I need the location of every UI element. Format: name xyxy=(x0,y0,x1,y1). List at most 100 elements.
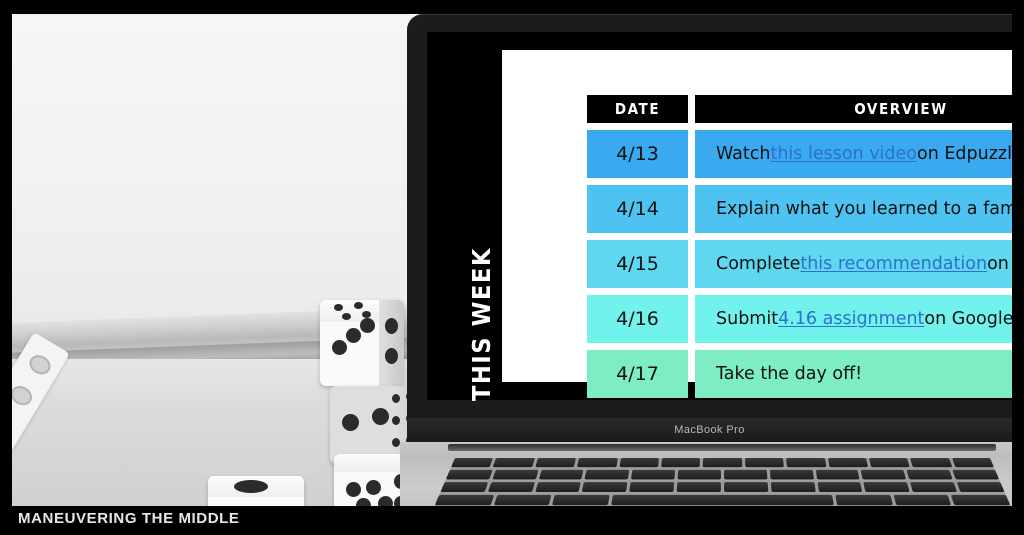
keyboard-key[interactable] xyxy=(451,458,494,468)
die-right-face xyxy=(378,300,404,386)
keyboard-key[interactable] xyxy=(434,494,494,506)
die-pip xyxy=(354,302,363,309)
screenshot-frame: THIS WEEK DATE OVERVIEW 4/13 Watch this l… xyxy=(0,0,1024,535)
keyboard-key[interactable] xyxy=(817,482,863,493)
laptop-brand-label: MacBook Pro xyxy=(674,424,745,436)
die-pip xyxy=(385,318,398,334)
keyboard-key[interactable] xyxy=(786,458,827,468)
keyboard-key[interactable] xyxy=(724,482,769,493)
overview-link[interactable]: 4.16 assignment xyxy=(778,309,924,329)
keyboard-key[interactable] xyxy=(676,482,721,493)
screen-letterbox: THIS WEEK DATE OVERVIEW 4/13 Watch this l… xyxy=(427,32,1012,401)
keyboard-key[interactable] xyxy=(584,469,630,480)
domino-pip xyxy=(12,382,36,409)
keyboard-key[interactable] xyxy=(951,458,995,468)
keyboard-key[interactable] xyxy=(861,469,907,480)
keyboard-key[interactable] xyxy=(835,494,893,506)
die-pip xyxy=(378,496,393,506)
cell-date: 4/15 xyxy=(587,240,688,288)
die-pip xyxy=(385,348,398,364)
die-pip xyxy=(356,498,371,506)
keyboard-key[interactable] xyxy=(910,458,953,468)
keyboard-key[interactable] xyxy=(661,458,701,468)
keyboard-key[interactable] xyxy=(611,494,834,506)
table-row: 4/16Submit 4.16 assignment on Google Cla… xyxy=(587,295,1012,343)
keyboard-key[interactable] xyxy=(770,482,816,493)
keyboard-key[interactable] xyxy=(487,482,535,493)
die-pip xyxy=(392,394,400,403)
keyboard-key[interactable] xyxy=(827,458,869,468)
keyboard-key[interactable] xyxy=(815,469,861,480)
overview-link[interactable]: this recommendation xyxy=(800,254,987,274)
keyboard-row xyxy=(445,469,1000,480)
overview-text-suffix: on Khan. xyxy=(987,254,1012,274)
cell-date: 4/17 xyxy=(587,350,688,398)
watermark: MANEUVERING THE MIDDLE xyxy=(18,510,240,527)
keyboard-key[interactable] xyxy=(535,458,577,468)
keyboard-key[interactable] xyxy=(910,482,958,493)
table-row: 4/14 Explain what you learned to a family… xyxy=(587,185,1012,233)
keyboard-key[interactable] xyxy=(951,494,1011,506)
die-pip xyxy=(360,318,375,333)
this-week-label: THIS WEEK xyxy=(467,247,496,401)
keyboard-key[interactable] xyxy=(582,482,628,493)
table-row: 4/17 Take the day off! xyxy=(587,350,1012,398)
laptop-hinge xyxy=(448,444,996,451)
domino-pip xyxy=(12,416,15,444)
cell-overview: Take the day off! xyxy=(695,350,1012,398)
keyboard-key[interactable] xyxy=(703,458,743,468)
keyboard-key[interactable] xyxy=(493,458,535,468)
keyboard-key[interactable] xyxy=(744,458,785,468)
keyboard-key[interactable] xyxy=(956,482,1005,493)
die-pip xyxy=(342,414,359,431)
keyboard-key[interactable] xyxy=(952,469,1000,480)
keyboard-key[interactable] xyxy=(552,494,610,506)
overview-text-suffix: on Google Classroom. xyxy=(924,309,1012,329)
keyboard-row xyxy=(434,494,1011,506)
keyboard-key[interactable] xyxy=(440,482,489,493)
cell-date: 4/16 xyxy=(587,295,688,343)
table-row: 4/15Complete this recommendation on Khan… xyxy=(587,240,1012,288)
die-pip xyxy=(346,328,361,343)
keyboard-key[interactable] xyxy=(534,482,582,493)
die-front xyxy=(208,476,304,506)
die-pip xyxy=(234,480,268,493)
keyboard-key[interactable] xyxy=(493,494,552,506)
overview-text-prefix: Complete xyxy=(716,254,801,274)
overview-link[interactable]: this lesson video xyxy=(770,144,917,164)
laptop-keyboard[interactable] xyxy=(431,458,1012,506)
keyboard-key[interactable] xyxy=(868,458,911,468)
weekly-assignment-table: DATE OVERVIEW 4/13 Watch this lesson vide… xyxy=(587,95,1012,405)
keyboard-key[interactable] xyxy=(619,458,659,468)
table-body: 4/13Watch this lesson video on Edpuzzle.… xyxy=(587,130,1012,398)
screen-content: DATE OVERVIEW 4/13 Watch this lesson vide… xyxy=(502,50,1012,398)
keyboard-key[interactable] xyxy=(723,469,768,480)
die-pip xyxy=(332,340,347,355)
die-pip xyxy=(392,438,400,447)
column-header-overview: OVERVIEW xyxy=(695,95,1012,123)
laptop-lid: THIS WEEK DATE OVERVIEW 4/13 Watch this l… xyxy=(407,14,1012,418)
die-top xyxy=(320,300,404,386)
keyboard-key[interactable] xyxy=(538,469,584,480)
overview-text-prefix: Watch xyxy=(716,144,771,164)
keyboard-key[interactable] xyxy=(677,469,721,480)
overview-text-prefix: Explain what you learned to a family mem… xyxy=(716,199,1012,219)
keyboard-key[interactable] xyxy=(445,469,493,480)
cell-overview: Watch this lesson video on Edpuzzle. xyxy=(695,130,1012,178)
table-row: 4/13Watch this lesson video on Edpuzzle. xyxy=(587,130,1012,178)
die-pip xyxy=(392,416,400,425)
keyboard-key[interactable] xyxy=(893,494,952,506)
keyboard-key[interactable] xyxy=(631,469,676,480)
overview-text-prefix: Take the day off! xyxy=(716,364,863,384)
column-header-date: DATE xyxy=(587,95,688,123)
die-pip xyxy=(334,304,343,311)
keyboard-key[interactable] xyxy=(492,469,539,480)
keyboard-key[interactable] xyxy=(863,482,911,493)
photo-backdrop: THIS WEEK DATE OVERVIEW 4/13 Watch this l… xyxy=(12,14,1012,506)
keyboard-key[interactable] xyxy=(769,469,814,480)
die-pip xyxy=(342,313,351,320)
keyboard-key[interactable] xyxy=(906,469,953,480)
cell-overview: Complete this recommendation on Khan. xyxy=(695,240,1012,288)
keyboard-key[interactable] xyxy=(629,482,675,493)
keyboard-key[interactable] xyxy=(577,458,618,468)
